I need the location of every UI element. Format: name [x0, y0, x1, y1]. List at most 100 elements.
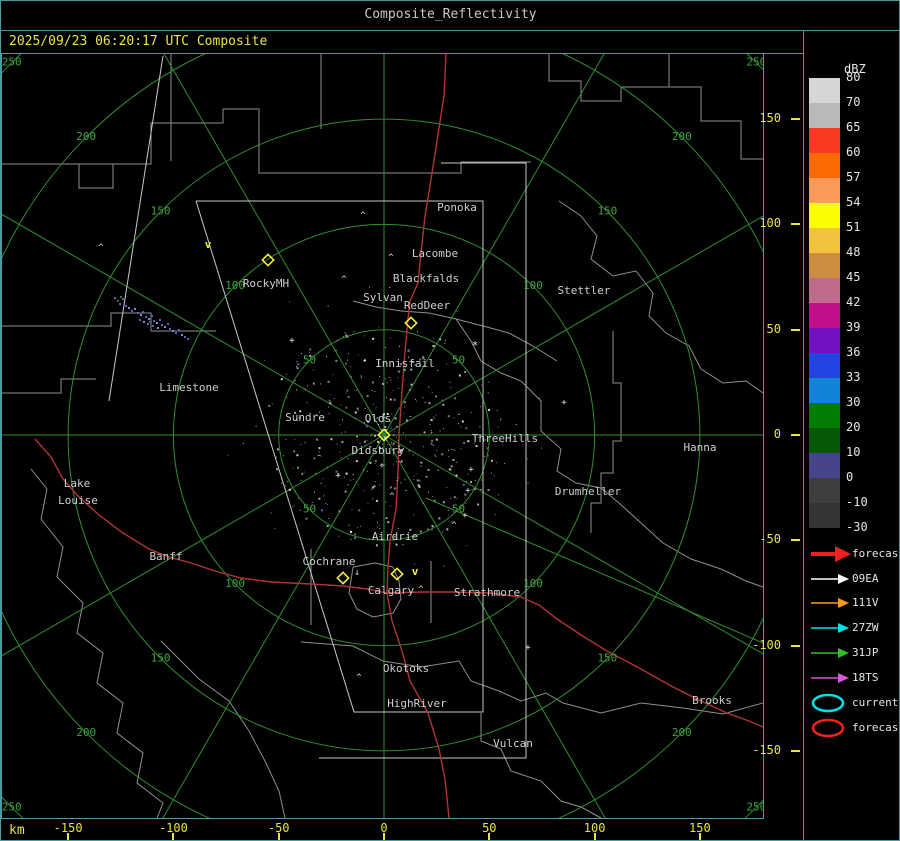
radar-echo: [321, 509, 323, 512]
radar-echo: [299, 410, 302, 413]
radar-echo: [383, 413, 385, 416]
radar-echo: [431, 392, 433, 393]
radar-echo: [435, 395, 438, 398]
radar-echo: [456, 498, 458, 499]
radar-echo: [376, 417, 378, 419]
radar-echo: [375, 544, 378, 547]
dbz-color-swatch: [809, 78, 840, 103]
radar-echo: [427, 468, 430, 471]
peak-caret-marker: ^: [360, 211, 366, 221]
radar-echo: [294, 439, 296, 441]
radar-echo: [292, 506, 294, 508]
radar-echo: [431, 431, 433, 433]
radar-echo: [304, 362, 306, 364]
dbz-color-swatch: [809, 178, 840, 203]
radar-echo: [304, 388, 306, 390]
radar-echo: [419, 434, 421, 435]
radar-echo: [356, 407, 359, 410]
radar-echo: [397, 445, 399, 447]
radar-echo: [390, 421, 391, 423]
radar-echo: [481, 479, 483, 481]
legend-label: 27ZW: [852, 621, 879, 634]
radar-echo: [392, 362, 394, 364]
radar-echo: [372, 403, 374, 405]
radar-echo: [496, 410, 498, 412]
radar-echo: [358, 354, 359, 356]
radar-echo: [336, 340, 338, 342]
radar-echo: [326, 525, 329, 527]
radar-echo: [413, 514, 415, 516]
radar-echo: [285, 373, 287, 375]
radar-echo: [320, 482, 322, 484]
x-axis-tick: [67, 833, 70, 840]
radar-echo: [453, 449, 455, 451]
radar-echo: [360, 376, 362, 378]
radar-echo: [304, 442, 306, 444]
radar-echo: [449, 381, 451, 383]
radar-echo: [366, 434, 368, 436]
radar-echo: [403, 369, 406, 372]
radar-echo: [319, 454, 321, 456]
radar-echo: [389, 452, 391, 454]
radar-echo: [375, 408, 377, 410]
radar-echo: [384, 378, 386, 380]
dbz-color-swatch: [809, 103, 840, 128]
radar-echo-streak: [184, 336, 186, 338]
radar-echo: [381, 429, 383, 430]
radar-echo: [474, 480, 476, 482]
city-label: Lake: [64, 477, 91, 490]
radar-echo: [363, 422, 365, 424]
radar-echo: [493, 475, 495, 477]
radar-echo: [388, 377, 390, 379]
radar-echo-streak: [143, 321, 145, 323]
radar-echo: [315, 472, 317, 474]
radar-echo: [481, 384, 482, 386]
radar-echo: [422, 397, 424, 399]
radar-echo: [348, 353, 350, 355]
radar-echo: [327, 380, 330, 383]
radar-echo: [474, 442, 475, 444]
radar-echo: [378, 524, 380, 526]
radar-echo: [397, 439, 399, 441]
radar-echo: [416, 473, 418, 475]
radar-echo: [318, 451, 320, 453]
radar-echo: [420, 461, 423, 464]
dbz-scale-value: 42: [846, 295, 861, 309]
radar-echo: [478, 436, 479, 438]
dbz-color-swatch: [809, 378, 840, 403]
radar-echo-streak: [151, 315, 153, 317]
radar-echo: [354, 533, 356, 536]
radar-echo: [405, 489, 407, 491]
legend-row: 111V: [809, 593, 899, 615]
radar-echo: [435, 414, 437, 416]
radar-echo-streak: [145, 316, 147, 318]
radar-echo: [355, 460, 358, 463]
radar-echo: [339, 559, 341, 561]
radar-echo: [434, 444, 436, 446]
peak-caret-marker: ^: [418, 585, 424, 595]
radar-echo: [389, 486, 392, 489]
radar-echo: [418, 479, 421, 482]
radar-echo: [384, 437, 386, 439]
radar-echo: [430, 419, 433, 422]
legend-label: forecast: [852, 547, 900, 560]
yellow-v-marker: v: [412, 565, 419, 578]
radar-echo: [382, 447, 384, 449]
radar-echo: [300, 353, 302, 355]
radar-echo-streak: [169, 328, 171, 330]
radar-echo: [418, 485, 421, 488]
radar-echo: [441, 399, 443, 401]
radar-echo-streak: [181, 334, 183, 336]
radar-echo: [367, 440, 369, 442]
radar-echo: [402, 432, 404, 434]
radar-echo-streak: [134, 308, 136, 310]
radar-echo: [374, 434, 376, 437]
radar-echo: [465, 481, 467, 482]
legend-label: 09EA: [852, 572, 879, 585]
radar-echo: [412, 454, 414, 456]
radar-echo: [354, 537, 357, 540]
peak-caret-marker: ^: [451, 521, 457, 531]
sidebar-divider: [803, 31, 804, 840]
radar-echo: [314, 491, 315, 493]
radar-echo: [437, 369, 439, 371]
